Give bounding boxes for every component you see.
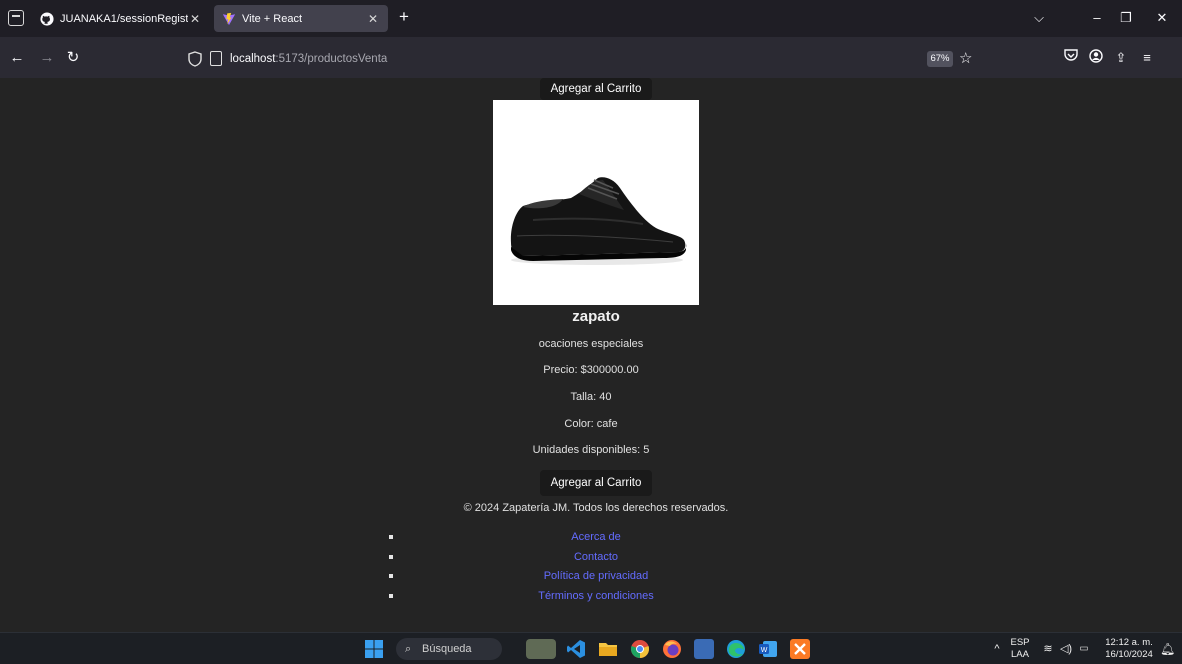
link-contact[interactable]: Contacto <box>574 551 618 563</box>
svg-text:W: W <box>761 647 768 654</box>
search-placeholder: Búsqueda <box>422 643 472 655</box>
new-tab-icon[interactable]: + <box>396 8 412 25</box>
tray-chevron-icon[interactable]: ^ <box>990 633 1004 664</box>
xampp-icon[interactable] <box>790 639 810 659</box>
widgets-icon[interactable] <box>526 639 556 659</box>
tab-bar: JUANAKA1/sessionRegistro ✕ Vite + React … <box>0 0 1182 37</box>
github-icon <box>40 11 54 26</box>
extensions-icon[interactable]: ⇪ <box>1112 49 1130 67</box>
volume-icon[interactable]: ◁) <box>1058 633 1074 664</box>
tracking-shield-icon[interactable] <box>188 51 202 67</box>
language-top: ESP <box>1010 637 1030 648</box>
tab-close-icon[interactable]: ✕ <box>188 12 202 26</box>
product-image <box>493 100 699 305</box>
edge-icon[interactable] <box>726 639 746 659</box>
close-window-icon[interactable]: ✕ <box>1152 9 1172 27</box>
vite-icon <box>222 12 236 26</box>
footer-link-item: Acerca de <box>380 528 812 548</box>
chrome-icon[interactable] <box>630 639 650 659</box>
add-to-cart-button[interactable]: Agregar al Carrito <box>540 78 652 100</box>
product-price: Precio: $300000.00 <box>543 364 639 376</box>
tab-list-icon[interactable] <box>8 10 24 26</box>
vscode-icon[interactable] <box>566 639 586 659</box>
app-icon[interactable] <box>694 639 714 659</box>
account-icon[interactable] <box>1087 49 1105 67</box>
file-explorer-icon[interactable] <box>598 639 618 659</box>
chevron-down-icon[interactable]: ⌵ <box>1029 9 1049 27</box>
language-indicator[interactable]: ESP LAA <box>1010 633 1030 664</box>
shoe-illustration <box>510 177 687 265</box>
taskbar: ⌕ Búsqueda W ^ ESP LAA ≋ ◁) ▭ 12:12 a. m… <box>0 632 1182 664</box>
clock-time: 12:12 a. m. <box>1105 637 1153 648</box>
menu-icon[interactable]: ≡ <box>1138 49 1156 67</box>
footer-copyright: © 2024 Zapatería JM. Todos los derechos … <box>463 502 729 514</box>
product-name: zapato <box>572 308 620 325</box>
zoom-level[interactable]: 67% <box>927 51 953 67</box>
pocket-icon[interactable] <box>1062 49 1080 67</box>
link-terms[interactable]: Términos y condiciones <box>538 590 654 602</box>
product-description: ocaciones especiales <box>538 338 644 350</box>
product-size: Talla: 40 <box>570 391 612 403</box>
tab-vite-react[interactable]: Vite + React ✕ <box>214 5 388 32</box>
tab-github[interactable]: JUANAKA1/sessionRegistro ✕ <box>32 5 210 32</box>
add-to-cart-button-bottom[interactable]: Agregar al Carrito <box>540 470 652 496</box>
battery-icon[interactable]: ▭ <box>1076 633 1092 664</box>
bookmark-star-icon[interactable]: ☆ <box>959 49 972 67</box>
link-privacy[interactable]: Política de privacidad <box>544 570 649 582</box>
page-info-icon[interactable] <box>210 51 222 66</box>
footer-link-item: Contacto <box>380 548 812 568</box>
link-about[interactable]: Acerca de <box>571 531 621 543</box>
firefox-icon[interactable] <box>662 639 682 659</box>
word-icon[interactable]: W <box>758 639 778 659</box>
language-bottom: LAA <box>1011 649 1029 660</box>
url-text[interactable]: localhost:5173/productosVenta <box>230 51 387 67</box>
product-color: Color: cafe <box>564 418 618 430</box>
back-icon[interactable]: ← <box>8 49 26 67</box>
page-content: Agregar al Carrito zapato ocaciones espe… <box>0 78 1182 632</box>
restore-icon[interactable]: ❐ <box>1116 9 1136 27</box>
forward-icon[interactable]: → <box>38 49 56 67</box>
windows-start-icon[interactable] <box>364 639 384 659</box>
footer-link-item: Política de privacidad <box>380 567 812 587</box>
taskbar-search[interactable]: ⌕ Búsqueda <box>396 638 502 660</box>
url-path: :5173/productosVenta <box>275 53 388 65</box>
clock-date: 16/10/2024 <box>1105 649 1153 660</box>
wifi-icon[interactable]: ≋ <box>1040 633 1056 664</box>
search-icon: ⌕ <box>405 643 412 655</box>
footer-link-item: Términos y condiciones <box>380 587 812 607</box>
clock[interactable]: 12:12 a. m. 16/10/2024 <box>1100 633 1158 664</box>
tab-title: Vite + React <box>242 12 303 25</box>
url-host: localhost <box>230 53 276 65</box>
minimize-icon[interactable]: – <box>1087 9 1107 27</box>
product-stock: Unidades disponibles: 5 <box>532 444 650 456</box>
notification-bell-icon[interactable]: 🔔︎ <box>1160 633 1175 664</box>
tab-title: JUANAKA1/sessionRegistro <box>60 12 188 25</box>
footer-links: Acerca de Contacto Política de privacida… <box>380 528 812 606</box>
tab-close-icon[interactable]: ✕ <box>366 12 380 26</box>
reload-icon[interactable]: ↻ <box>64 49 82 67</box>
